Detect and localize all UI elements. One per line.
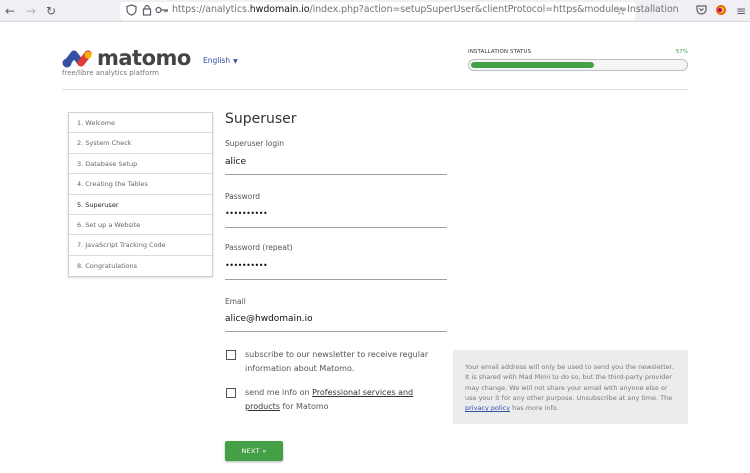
browser-toolbar: ← → ↻ https://analytics.hwdomain.io/inde… [0, 0, 750, 22]
step-item: 5. Superuser [69, 195, 212, 215]
password-underline [225, 227, 447, 228]
email-input[interactable]: alice@hwdomain.io [225, 314, 313, 324]
superuser-login-underline [225, 174, 447, 175]
password-label: Password [225, 192, 261, 201]
superuser-login-label: Superuser login [225, 139, 284, 148]
firefox-account-icon[interactable] [714, 4, 728, 18]
header-divider [62, 89, 688, 90]
step-item: 4. Creating the Tables [69, 174, 212, 195]
installation-steps: 1. Welcome 2. System Check 3. Database Set… [68, 112, 213, 278]
menu-icon[interactable]: ≡ [734, 4, 748, 18]
step-item: 7. JavaScript Tracking Code [69, 235, 212, 256]
professional-services-label[interactable]: send me info on Professional services an… [245, 386, 445, 414]
reload-icon[interactable]: ↻ [44, 4, 58, 18]
password-repeat-label: Password (repeat) [225, 243, 293, 252]
superuser-login-input[interactable]: alice [225, 157, 246, 167]
page-title: Superuser [225, 111, 297, 127]
star-icon[interactable]: ☆ [614, 4, 628, 18]
installation-progress-bar [468, 59, 688, 71]
password-repeat-input[interactable]: •••••••••• [225, 261, 268, 270]
email-label: Email [225, 297, 246, 306]
tagline: free/libre analytics platform [62, 69, 160, 77]
privacy-policy-link[interactable]: privacy policy [465, 404, 510, 412]
progress-fill [471, 62, 595, 68]
caret-down-icon: ▼ [233, 58, 238, 65]
forward-arrow-icon[interactable]: → [24, 4, 38, 18]
url-text[interactable]: https://analytics.hwdomain.io/index.php?… [172, 4, 679, 16]
back-arrow-icon[interactable]: ← [3, 4, 17, 18]
installation-status-label: INSTALLATION STATUS [468, 49, 532, 55]
newsletter-label[interactable]: subscribe to our newsletter to receive r… [245, 348, 445, 376]
logo-text[interactable]: matomo [97, 46, 191, 70]
password-input[interactable]: •••••••••• [225, 209, 268, 218]
key-icon[interactable] [155, 4, 169, 18]
step-item: 8. Congratulations [77, 261, 137, 270]
step-item: 3. Database Setup [69, 154, 212, 175]
password-repeat-underline [225, 279, 447, 280]
pocket-icon[interactable] [694, 4, 708, 18]
email-underline [225, 331, 447, 332]
professional-services-checkbox[interactable] [226, 388, 236, 398]
email-info-text: Your email address will only be used to … [465, 363, 674, 413]
language-selector[interactable]: English ▼ [203, 56, 238, 65]
step-item: 1. Welcome [69, 113, 212, 134]
newsletter-checkbox[interactable] [226, 350, 236, 360]
language-label: English [203, 56, 231, 65]
step-item: 2. System Check [69, 133, 212, 154]
shield-icon[interactable] [124, 4, 138, 18]
next-button[interactable]: NEXT » [225, 441, 283, 461]
lock-icon[interactable] [140, 4, 154, 18]
installation-status-percent: 57% [675, 49, 688, 55]
step-item: 6. Set up a Website [69, 215, 212, 236]
